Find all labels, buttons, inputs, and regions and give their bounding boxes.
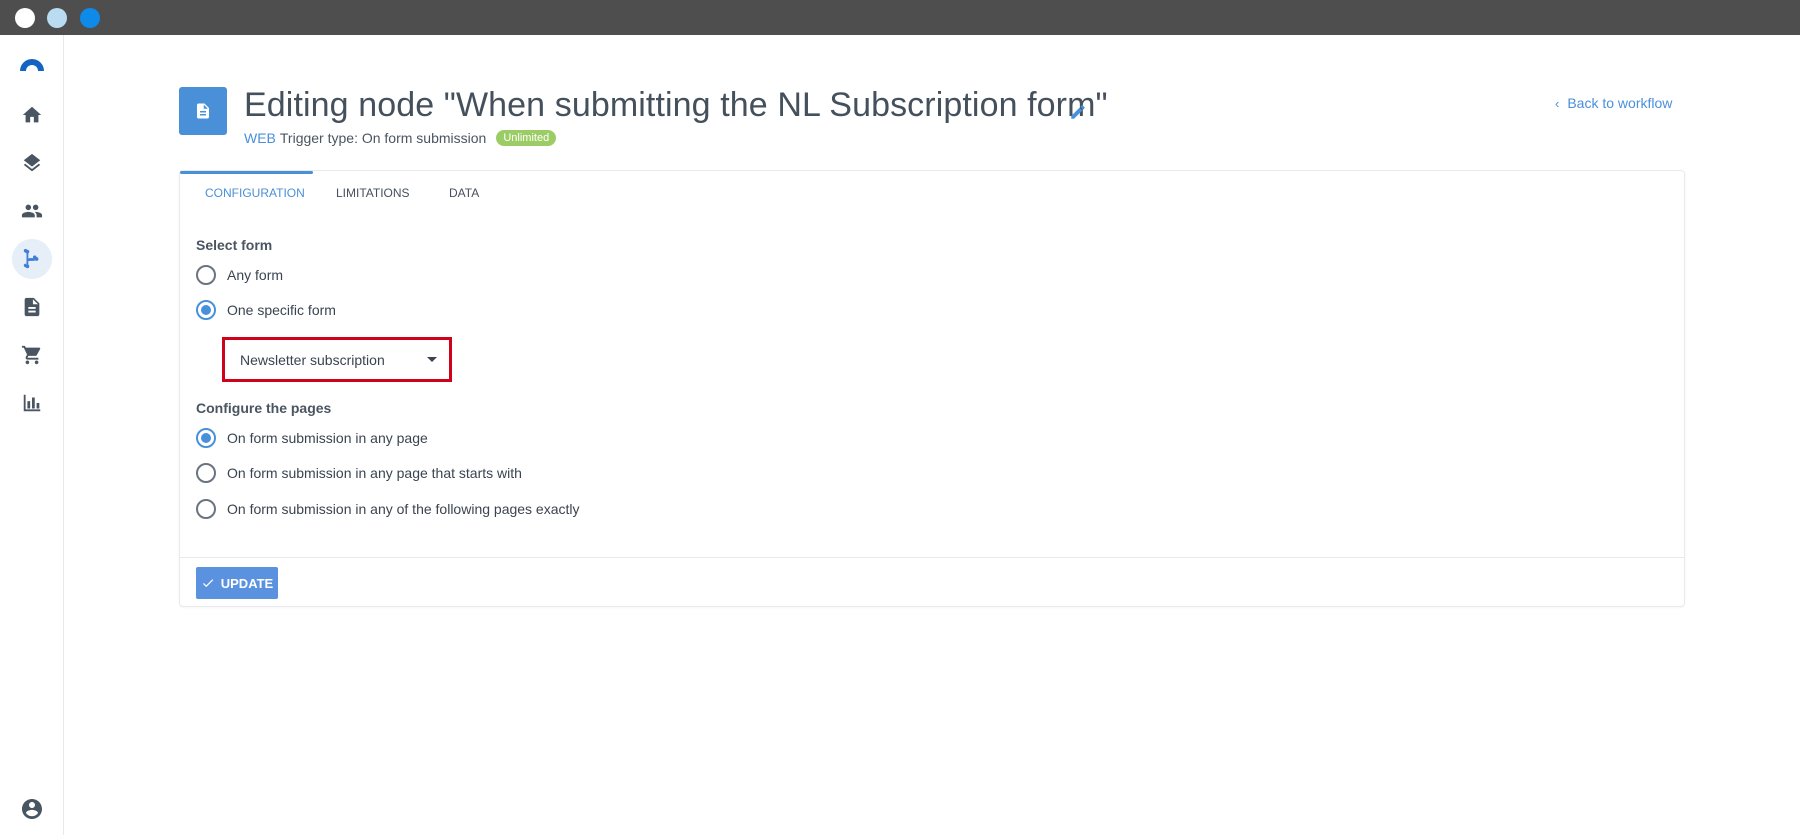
radio-one-specific-form[interactable]: One specific form <box>196 300 336 320</box>
home-icon <box>22 106 42 123</box>
radio-label: One specific form <box>227 302 336 318</box>
radio-label: On form submission in any page that star… <box>227 465 522 481</box>
radio-label: Any form <box>227 267 284 283</box>
form-select-dropdown[interactable]: Newsletter subscription <box>222 337 452 382</box>
radio-page-starts-with[interactable]: On form submission in any page that star… <box>196 463 522 483</box>
select-form-label: Select form <box>196 237 273 253</box>
node-subtitle: WEB Trigger type: On form submission Unl… <box>244 130 557 146</box>
card-divider <box>180 557 1684 558</box>
sidebar-item-ecommerce[interactable] <box>12 335 52 375</box>
channel-label: WEB <box>244 130 276 146</box>
radio-button[interactable] <box>196 499 216 519</box>
radio-any-page[interactable]: On form submission in any page <box>196 428 428 448</box>
radio-button[interactable] <box>196 463 216 483</box>
configure-pages-label: Configure the pages <box>196 400 332 416</box>
sidebar-item-layers[interactable] <box>12 143 52 183</box>
window-maximize-button[interactable] <box>80 8 100 28</box>
window-close-button[interactable] <box>15 8 35 28</box>
dropdown-selected-value: Newsletter subscription <box>240 352 385 368</box>
sidebar-item-reports[interactable] <box>12 383 52 423</box>
back-to-workflow-link[interactable]: ‹ Back to workflow <box>1555 95 1672 111</box>
account-circle-icon <box>22 799 42 819</box>
window-minimize-button[interactable] <box>47 8 67 28</box>
layers-icon <box>23 153 41 172</box>
check-icon <box>202 579 213 588</box>
radio-any-form[interactable]: Any form <box>196 265 283 285</box>
sidebar <box>0 35 64 835</box>
document-icon <box>197 103 209 119</box>
pencil-icon <box>1071 105 1085 119</box>
sidebar-item-contacts[interactable] <box>12 191 52 231</box>
bar-chart-icon <box>23 394 41 412</box>
radio-button[interactable] <box>196 428 216 448</box>
update-button[interactable]: UPDATE <box>196 567 278 599</box>
tab-data[interactable]: DATA <box>449 186 479 212</box>
node-type-icon <box>179 87 227 135</box>
radio-label: On form submission in any of the followi… <box>227 501 580 517</box>
cart-icon <box>21 345 41 365</box>
sidebar-item-home[interactable] <box>12 95 52 135</box>
configuration-card: CONFIGURATION LIMITATIONS DATA Select fo… <box>179 170 1685 607</box>
trigger-type-label: Trigger type: On form submission <box>279 130 487 146</box>
sidebar-item-workflows[interactable] <box>12 239 52 279</box>
people-icon <box>21 204 43 218</box>
radio-button[interactable] <box>196 265 216 285</box>
page-title: Editing node "When submitting the NL Sub… <box>244 86 1108 124</box>
chevron-left-icon: ‹ <box>1555 95 1560 111</box>
app-logo[interactable] <box>16 53 48 73</box>
active-tab-indicator <box>180 171 313 174</box>
radio-button[interactable] <box>196 300 216 320</box>
edit-title-button[interactable] <box>1069 103 1087 121</box>
back-link-label: Back to workflow <box>1567 95 1673 111</box>
tab-configuration[interactable]: CONFIGURATION <box>205 186 305 212</box>
caret-down-icon <box>427 357 437 362</box>
tab-limitations[interactable]: LIMITATIONS <box>336 186 410 212</box>
window-titlebar <box>0 0 1800 35</box>
workflow-icon <box>23 248 39 269</box>
update-button-label: UPDATE <box>220 575 274 591</box>
document-icon <box>24 297 40 317</box>
sidebar-item-forms[interactable] <box>12 287 52 327</box>
status-badge: Unlimited <box>496 130 557 146</box>
radio-label: On form submission in any page <box>227 430 428 446</box>
radio-pages-exactly[interactable]: On form submission in any of the followi… <box>196 499 580 519</box>
sidebar-item-account[interactable] <box>20 797 44 821</box>
